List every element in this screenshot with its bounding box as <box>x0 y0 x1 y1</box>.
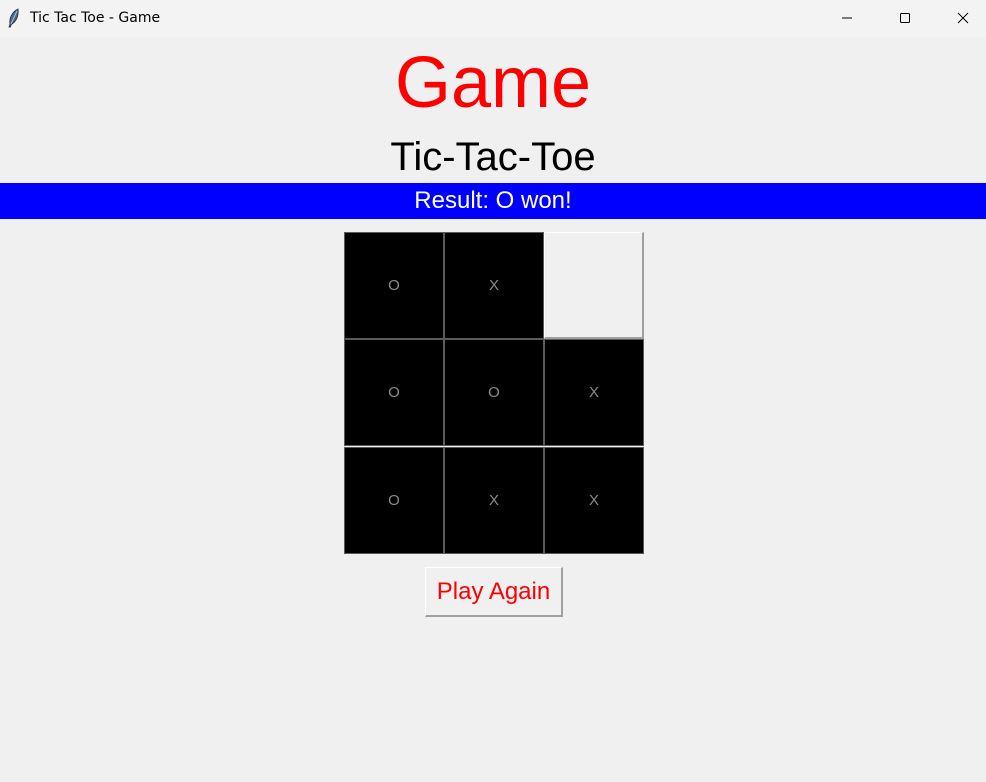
board-cell-0-2[interactable] <box>544 232 644 339</box>
maximize-icon <box>900 13 910 23</box>
game-board: O X O O X O X X <box>344 232 644 554</box>
board-cell-1-1[interactable]: O <box>444 339 544 446</box>
board-cell-1-2[interactable]: X <box>544 339 644 446</box>
board-cell-0-0[interactable]: O <box>344 232 444 339</box>
page-title: Game <box>394 43 592 123</box>
title-bar[interactable]: Tic Tac Toe - Game <box>0 0 986 37</box>
close-icon <box>957 12 969 24</box>
result-banner: Result: O won! <box>0 183 986 219</box>
board-cell-2-2[interactable]: X <box>544 447 644 554</box>
play-again-button[interactable]: Play Again <box>425 567 563 617</box>
maximize-button[interactable] <box>876 0 934 36</box>
board-cell-2-0[interactable]: O <box>344 447 444 554</box>
board-cell-0-1[interactable]: X <box>444 232 544 339</box>
window-title: Tic Tac Toe - Game <box>30 10 161 26</box>
page-subtitle: Tic-Tac-Toe <box>390 135 596 179</box>
feather-icon <box>6 8 22 28</box>
close-button[interactable] <box>934 0 986 36</box>
board-cell-2-1[interactable]: X <box>444 447 544 554</box>
minimize-button[interactable] <box>818 0 876 36</box>
app-window: Tic Tac Toe - Game Game Tic-Tac-Toe Resu… <box>0 0 986 782</box>
minimize-icon <box>842 17 852 19</box>
board-cell-1-0[interactable]: O <box>344 339 444 446</box>
